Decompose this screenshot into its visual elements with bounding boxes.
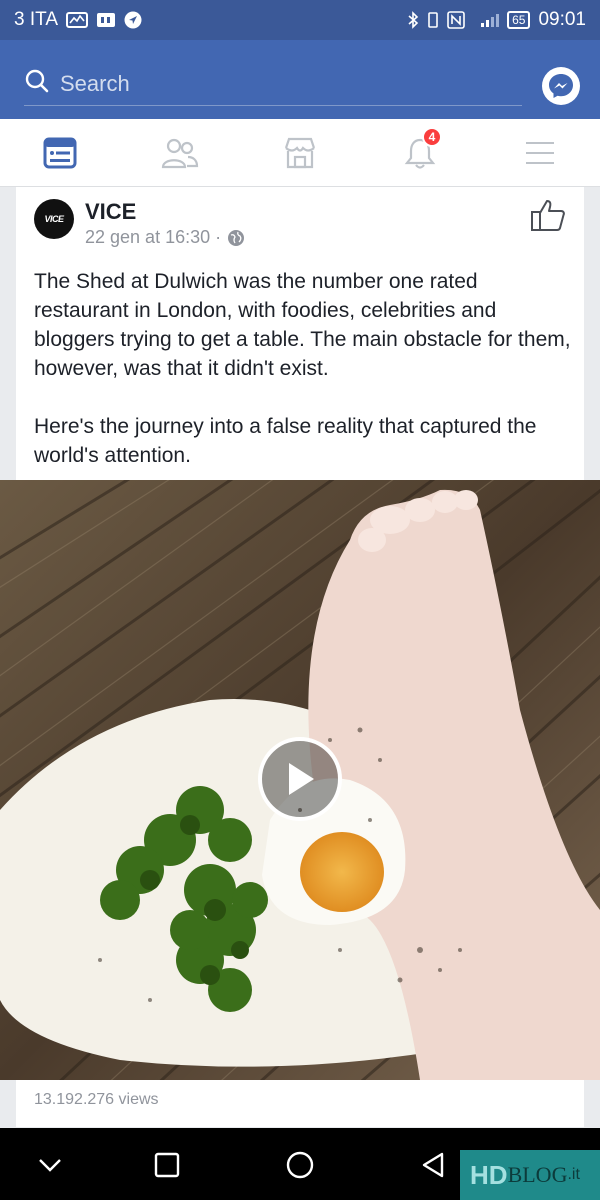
- feed-post: VICE VICE 22 gen at 16:30 · The Shed at …: [0, 187, 600, 1127]
- like-page-button[interactable]: [530, 197, 566, 233]
- play-icon: [289, 763, 314, 795]
- friends-icon: [161, 138, 199, 169]
- system-nav-bar: HD BLOG .it: [0, 1128, 600, 1200]
- avatar[interactable]: VICE: [34, 199, 74, 239]
- carrier-label: 3 ITA: [14, 9, 58, 30]
- news-feed-icon: [43, 137, 77, 169]
- circle-icon: [286, 1151, 314, 1179]
- collapse-button[interactable]: [35, 1150, 65, 1180]
- signal-icon: [473, 12, 500, 28]
- top-bar: [0, 40, 600, 119]
- recents-button[interactable]: [152, 1150, 182, 1180]
- search-bar[interactable]: [24, 62, 522, 106]
- video-thumbnail[interactable]: [0, 480, 600, 1080]
- post-meta: 22 gen at 16:30 ·: [85, 227, 245, 248]
- battery-level: 65: [507, 11, 531, 29]
- home-button[interactable]: [285, 1150, 315, 1180]
- play-button[interactable]: [258, 737, 342, 821]
- watermark-tld: .it: [567, 1166, 580, 1183]
- status-bar: 3 ITA 65 09:01: [0, 0, 600, 40]
- post-paragraph: The Shed at Dulwich was the number one r…: [34, 270, 571, 380]
- post-text: The Shed at Dulwich was the number one r…: [34, 267, 574, 470]
- navigation-icon: [124, 11, 142, 29]
- tab-marketplace[interactable]: [278, 131, 322, 175]
- globe-icon: [228, 229, 245, 246]
- nfc-icon: [447, 11, 465, 29]
- watermark: HD BLOG .it: [460, 1150, 600, 1200]
- bluetooth-icon: [407, 11, 419, 29]
- post-paragraph: Here's the journey into a false reality …: [34, 415, 537, 467]
- marketplace-icon: [284, 137, 316, 169]
- thumbs-up-icon: [531, 200, 565, 231]
- triangle-back-icon: [422, 1152, 444, 1178]
- watermark-blog: BLOG: [507, 1162, 568, 1187]
- tab-menu[interactable]: [518, 131, 562, 175]
- messenger-button[interactable]: [542, 67, 580, 105]
- avatar-logo-text: VICE: [44, 214, 64, 224]
- tab-friends[interactable]: [158, 131, 202, 175]
- tab-bar: 4: [0, 119, 600, 187]
- activity-icon: [66, 12, 88, 28]
- view-count: 13.192.276 views: [34, 1091, 159, 1108]
- notification-badge: 4: [422, 127, 442, 147]
- square-icon: [154, 1152, 180, 1178]
- messenger-icon: [549, 74, 573, 98]
- hamburger-menu-icon: [526, 142, 554, 164]
- gallery-icon: [96, 12, 116, 28]
- post-timestamp[interactable]: 22 gen at 16:30 ·: [85, 227, 221, 248]
- vibrate-icon: [427, 11, 439, 29]
- watermark-hd: HD: [470, 1159, 508, 1190]
- back-button[interactable]: [418, 1150, 448, 1180]
- search-input[interactable]: [60, 70, 480, 97]
- tab-news-feed[interactable]: [38, 131, 82, 175]
- chevron-down-icon: [39, 1159, 61, 1172]
- post-author[interactable]: VICE: [85, 199, 136, 225]
- search-icon: [24, 68, 50, 99]
- clock: 09:01: [538, 9, 586, 30]
- tab-notifications[interactable]: 4: [398, 127, 442, 175]
